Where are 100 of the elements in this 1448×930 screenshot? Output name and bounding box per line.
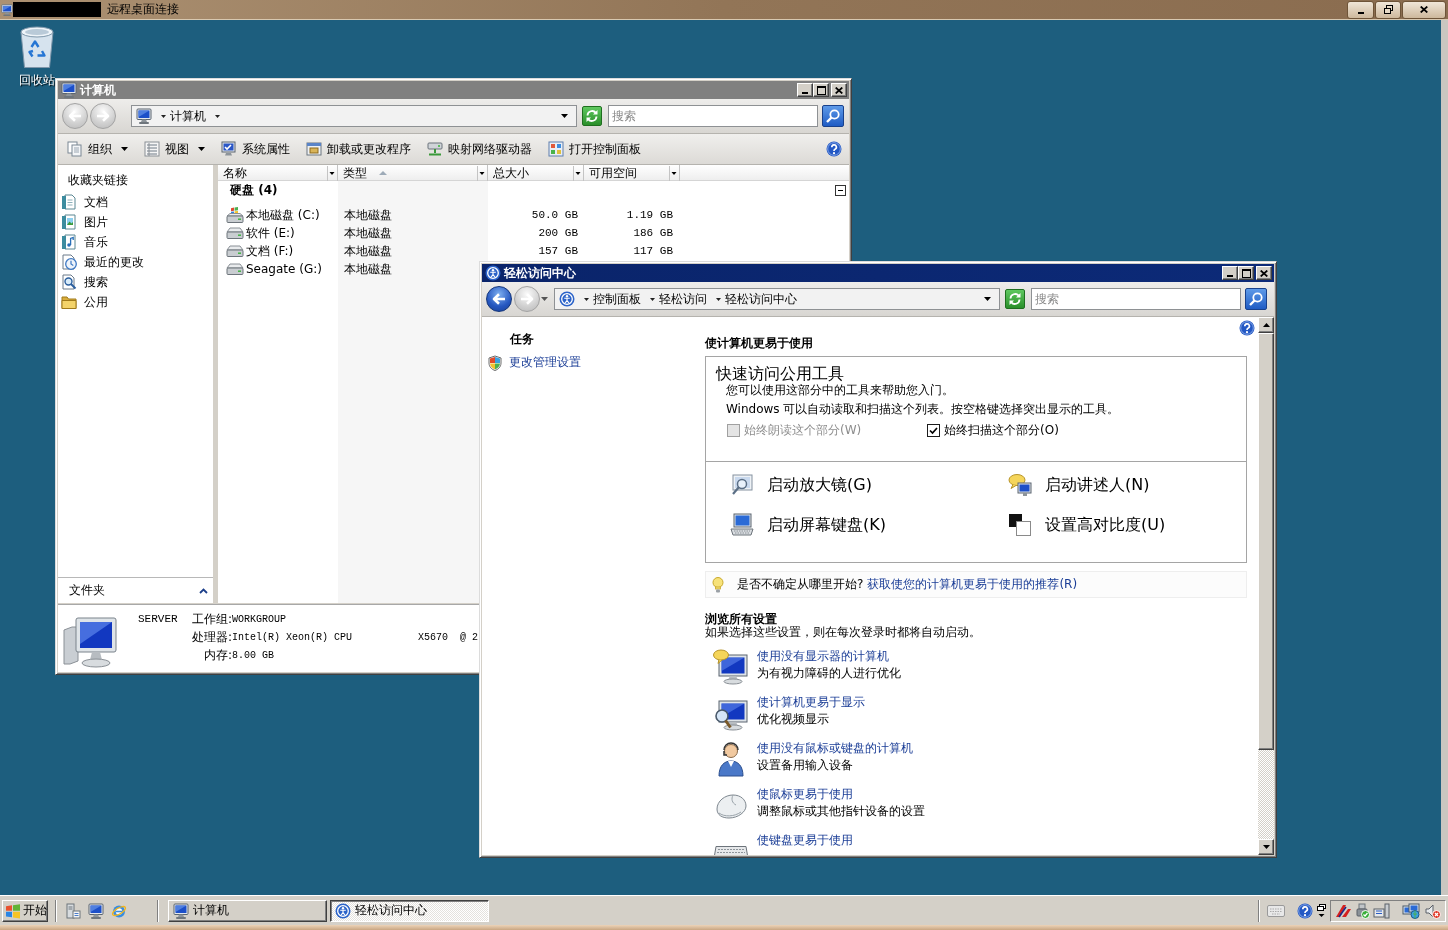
documents-icon — [67, 141, 83, 157]
address-bar[interactable]: 控制面板 轻松访问 轻松访问中心 — [554, 288, 1000, 310]
scroll-up-button[interactable] — [1258, 317, 1274, 333]
search-button[interactable] — [822, 105, 844, 127]
breadcrumb[interactable]: 轻松访问中心 — [725, 291, 797, 307]
toolbar-button[interactable]: 组织 — [62, 137, 133, 161]
recommendation-link[interactable]: 获取使您的计算机更易于使用的推荐(R) — [867, 577, 1078, 591]
tool-link[interactable]: 设置高对比度(U) — [1008, 513, 1166, 537]
panel-title: 快速访问公用工具 — [716, 365, 844, 383]
section-heading: 浏览所有设置 — [705, 613, 777, 626]
setting-link[interactable]: 使用没有鼠标或键盘的计算机 — [757, 740, 913, 757]
setting-link[interactable]: 使鼠标更易于使用 — [757, 786, 853, 803]
device-icon[interactable] — [1373, 902, 1391, 919]
maximize-button[interactable] — [1238, 266, 1254, 280]
toolbar-button[interactable]: 映射网络驱动器 — [422, 137, 537, 161]
arrow-right-icon — [96, 110, 110, 122]
toolbar-button[interactable]: 卸载或更改程序 — [301, 137, 416, 161]
taskbar-button[interactable]: 轻松访问中心 — [330, 899, 489, 922]
caret-icon[interactable] — [650, 297, 655, 301]
drive-name[interactable]: Seagate (G:) — [246, 262, 322, 276]
total-size: 50.0 GB — [531, 209, 578, 221]
description-text: 如果选择这些设置，则在每次登录时都将自动启动。 — [705, 626, 981, 639]
description-text: 您可以使用这部分中的工具来帮助您入门。 — [726, 383, 954, 397]
nav-item[interactable]: 文档 — [58, 192, 213, 212]
checkbox-label[interactable]: 始终扫描这个部分(O) — [944, 422, 1059, 439]
app-logo-icon[interactable] — [1335, 903, 1351, 918]
breadcrumb[interactable]: 轻松访问 — [659, 291, 707, 307]
group-header: 硬盘 (4) — [230, 181, 278, 199]
help-icon[interactable] — [1297, 902, 1313, 919]
recycle-bin-icon[interactable] — [19, 25, 55, 69]
toolbar-button[interactable]: 打开控制面板 — [543, 137, 646, 161]
monitor-icon[interactable] — [88, 902, 104, 919]
window-switch-icon[interactable] — [1317, 903, 1326, 918]
address-bar[interactable]: 计算机 — [131, 105, 577, 127]
setting-description: 调整鼠标或其他指针设备的设置 — [757, 803, 925, 820]
setting-link[interactable]: 使键盘更易于使用 — [757, 832, 853, 849]
drive-type: 本地磁盘 — [344, 242, 392, 260]
scroll-down-button[interactable] — [1258, 839, 1274, 855]
network-icon[interactable] — [1402, 902, 1422, 919]
restore-icon — [1383, 5, 1393, 14]
setting-link[interactable]: 使用没有显示器的计算机 — [757, 648, 889, 665]
search-field[interactable]: 搜索 — [1031, 288, 1241, 310]
help-icon[interactable] — [826, 141, 842, 157]
caret-icon — [327, 165, 337, 181]
breadcrumb[interactable]: 控制面板 — [593, 291, 641, 307]
server-icon[interactable] — [65, 902, 81, 919]
start-button[interactable]: 开始 — [2, 899, 48, 922]
drive-name[interactable]: 软件 (E:) — [246, 224, 295, 242]
search-field[interactable]: 搜索 — [608, 105, 818, 127]
field-value: Intel(R) Xeon(R) CPU X5670 @ 2 — [232, 631, 479, 643]
tool-link[interactable]: 启动屏幕键盘(K) — [730, 513, 886, 537]
close-button[interactable] — [1402, 0, 1446, 19]
restore-button[interactable] — [1375, 0, 1401, 19]
dropdown-caret-icon[interactable] — [561, 114, 568, 118]
checkbox[interactable] — [927, 424, 940, 437]
collapse-icon[interactable] — [835, 184, 846, 196]
window-title: 计算机 — [80, 82, 116, 98]
toolbar-button[interactable]: 系统属性 — [216, 137, 295, 161]
field-label: 工作组: — [191, 610, 232, 628]
drive-name[interactable]: 文档 (F:) — [246, 242, 294, 260]
back-button[interactable] — [486, 286, 512, 312]
scroll-thumb[interactable] — [1258, 333, 1274, 750]
tool-link[interactable]: 启动放大镜(G) — [730, 473, 872, 497]
shield-icon — [488, 354, 502, 371]
nav-item[interactable]: 搜索 — [58, 272, 213, 292]
monitor-icon — [1, 3, 13, 16]
keyboard-monitor-icon — [730, 513, 754, 537]
refresh-button[interactable] — [1005, 289, 1025, 309]
settings-link[interactable]: 更改管理设置 — [509, 354, 581, 371]
field-label: 内存: — [203, 646, 232, 664]
nav-item[interactable]: 音乐 — [58, 232, 213, 252]
nav-item[interactable]: 最近的更改 — [58, 252, 213, 272]
section-heading: 使计算机更易于使用 — [705, 336, 813, 350]
toolbar-button[interactable]: 视图 — [139, 137, 210, 161]
breadcrumb[interactable]: 计算机 — [170, 108, 206, 124]
computer-name: SERVER — [138, 613, 179, 625]
help-icon[interactable] — [1239, 320, 1255, 336]
caret-icon[interactable] — [215, 114, 220, 118]
refresh-button[interactable] — [582, 106, 602, 126]
windows-logo-icon — [5, 902, 21, 919]
free-space: 186 GB — [633, 227, 673, 239]
speaker-muted-icon[interactable] — [1425, 902, 1441, 919]
minimize-button[interactable] — [1347, 0, 1374, 19]
tool-link[interactable]: 启动讲述人(N) — [1008, 473, 1150, 497]
dropdown-caret-icon[interactable] — [984, 297, 991, 301]
taskbar-button[interactable]: 计算机 — [168, 899, 327, 922]
caret-icon[interactable] — [716, 297, 721, 301]
desktop-icon-label[interactable]: 回收站 — [19, 73, 55, 87]
drive-name[interactable]: 本地磁盘 (C:) — [246, 206, 320, 224]
caret-icon[interactable] — [584, 297, 589, 301]
program-box-icon — [306, 141, 322, 157]
setting-link[interactable]: 使计算机更易于显示 — [757, 694, 865, 711]
usb-check-icon[interactable] — [1354, 902, 1370, 919]
caret-icon[interactable] — [161, 114, 166, 118]
nav-item[interactable]: 图片 — [58, 212, 213, 232]
drive-icon — [226, 227, 244, 239]
drive-type: 本地磁盘 — [344, 260, 392, 278]
monitor-check-icon — [221, 141, 237, 157]
nav-item[interactable]: 公用 — [58, 292, 213, 312]
search-button[interactable] — [1245, 288, 1267, 310]
